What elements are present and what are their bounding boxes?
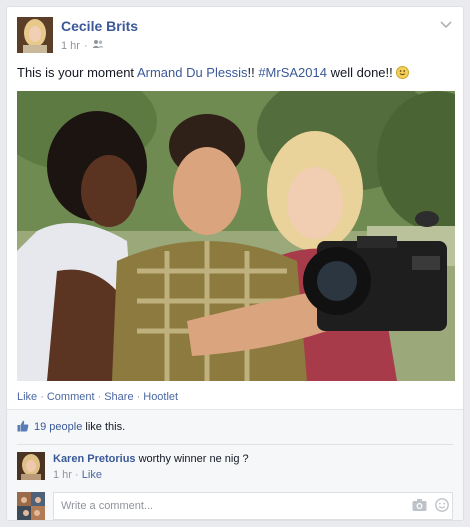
action-separator: · xyxy=(97,391,102,403)
post-meta: 1 hr · xyxy=(61,39,104,52)
comment-item: Karen Pretorius worthy winner ne nig ? 1… xyxy=(17,452,453,486)
post-photo[interactable] xyxy=(17,91,455,381)
commenter-name[interactable]: Karen Pretorius xyxy=(53,453,136,465)
thumbs-up-icon xyxy=(17,420,29,435)
comment-button[interactable]: Comment xyxy=(47,391,95,403)
friends-icon[interactable] xyxy=(92,39,104,52)
hootlet-button[interactable]: Hootlet xyxy=(143,391,178,403)
divider xyxy=(17,444,453,445)
reply-tools xyxy=(412,498,449,515)
meta-separator: · xyxy=(83,39,88,52)
comment-time[interactable]: 1 hr xyxy=(53,469,72,481)
post-time[interactable]: 1 hr xyxy=(61,40,80,52)
comment-text: worthy winner ne nig ? xyxy=(135,453,249,465)
likes-summary: 19 people like this. xyxy=(17,419,125,435)
comment-input[interactable] xyxy=(53,492,453,520)
commenter-avatar[interactable] xyxy=(17,452,45,480)
share-button[interactable]: Share xyxy=(104,391,133,403)
sticker-icon[interactable] xyxy=(435,498,449,515)
post-text-end: well done!! xyxy=(326,65,397,80)
comment-meta: 1 hr · Like xyxy=(53,469,102,481)
post-text-mid: !! xyxy=(247,65,259,80)
hashtag-link[interactable]: #MrSA2014 xyxy=(258,65,327,80)
post-card: Cecile Brits 1 hr · This is your moment … xyxy=(6,6,464,521)
reply-box xyxy=(17,492,453,520)
feedback-section: 19 people like this. Karen Pretorius wor… xyxy=(7,409,463,520)
mention-link[interactable]: Armand Du Plessis xyxy=(137,65,248,80)
camera-icon[interactable] xyxy=(412,498,427,515)
comment-meta-separator: · xyxy=(75,469,79,481)
action-separator: · xyxy=(40,391,44,403)
post-text: This is your moment Armand Du Plessis!! … xyxy=(17,65,453,81)
author-name[interactable]: Cecile Brits xyxy=(61,18,138,34)
likes-count-link[interactable]: 19 people xyxy=(34,421,82,433)
smile-emoji-icon xyxy=(396,66,410,79)
post-text-intro: This is your moment xyxy=(17,65,137,80)
comment-body: Karen Pretorius worthy winner ne nig ? xyxy=(53,453,249,465)
action-separator: · xyxy=(136,391,141,403)
like-button[interactable]: Like xyxy=(17,391,37,403)
chevron-down-icon[interactable] xyxy=(439,19,453,31)
author-avatar[interactable] xyxy=(17,17,53,53)
comment-like-button[interactable]: Like xyxy=(82,469,102,481)
likes-suffix: like this. xyxy=(82,421,126,433)
current-user-avatar xyxy=(17,492,45,520)
post-header: Cecile Brits 1 hr · xyxy=(17,17,453,53)
post-actions: Like · Comment · Share · Hootlet xyxy=(17,391,178,403)
